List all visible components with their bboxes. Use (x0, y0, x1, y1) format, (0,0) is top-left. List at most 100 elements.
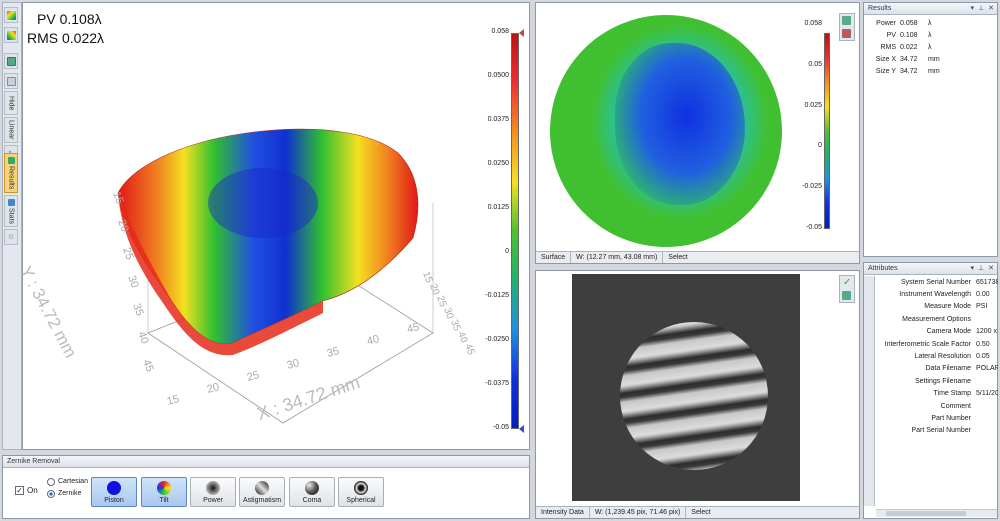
attribute-row[interactable]: Time Stamp 5/11/2022 2:42: (876, 388, 998, 400)
results-button[interactable]: Results (4, 153, 18, 193)
attributes-scrollbar[interactable] (876, 509, 997, 517)
surface-map[interactable] (550, 15, 782, 247)
attribute-row[interactable]: Comment (876, 400, 998, 412)
cartesian-label: Cartesian (58, 478, 88, 485)
astigmatism-icon (255, 480, 269, 495)
intensity-status-mode[interactable]: Select (686, 507, 715, 518)
piston-button[interactable]: Piston (91, 477, 137, 507)
stats-button[interactable]: Stats (4, 195, 18, 227)
cartesian-radio[interactable] (47, 478, 55, 486)
axis-tick-label: 35 (130, 302, 145, 318)
linear-button[interactable]: Linear (4, 117, 18, 143)
palette-icon[interactable] (842, 29, 851, 38)
attribute-label: Part Serial Number (911, 427, 971, 435)
results-label: Size Y (875, 67, 896, 75)
axis-tick-label: 45 (462, 342, 476, 357)
attribute-label: Camera Mode (926, 328, 971, 336)
colorbar-tick-label: -0.05 (493, 424, 509, 431)
coma-button[interactable]: Coma (289, 477, 335, 507)
close-icon[interactable]: ✕ (988, 264, 994, 272)
spherical-button[interactable]: Spherical (338, 477, 384, 507)
results-unit: λ (928, 19, 932, 27)
menu-icon[interactable]: ▾ (971, 264, 975, 272)
grid-icon (6, 56, 16, 66)
colorbar-marker-top[interactable] (519, 29, 524, 37)
surface-3d-plot[interactable]: 15202530354045 15202530354045 1520253035… (23, 3, 513, 449)
power-button[interactable]: Power (190, 477, 236, 507)
colorbar-tick-label: 0 (818, 142, 822, 150)
power-icon (206, 480, 220, 495)
zernike-title-bar: Zernike Removal (3, 456, 529, 468)
axis-tick-label: 25 (120, 246, 135, 262)
attribute-row[interactable]: Measurement Options (876, 313, 998, 325)
attributes-panel: Attributes ▾ ⊥ ✕ System Serial Number 65173… (863, 262, 998, 519)
intensity-image[interactable] (572, 274, 800, 501)
attribute-row[interactable]: Interferometric Scale Factor 0.50 (876, 338, 998, 350)
left-toolbar: Hide Linear ↖ Results Stats ⚙ (2, 2, 22, 450)
axis-tick-label: 40 (135, 330, 150, 346)
close-icon[interactable]: ✕ (988, 4, 994, 12)
pin-icon[interactable]: ⊥ (978, 4, 984, 12)
results-value: 34.72 (900, 67, 918, 75)
zernike-label: Zernike (58, 490, 82, 497)
attribute-row[interactable]: Lateral Resolution 0.05 (876, 350, 998, 362)
view-2d-button[interactable] (4, 27, 18, 43)
zernike-radio[interactable] (47, 490, 55, 498)
results-label: Power (876, 19, 896, 27)
axis-tick-label: 40 (455, 330, 469, 345)
surface-status-name: Surface (536, 252, 572, 263)
grid-icon[interactable] (842, 291, 851, 300)
attribute-row[interactable]: Instrument Wavelength 0.00 (876, 288, 998, 300)
results-value: 0.058 (900, 19, 918, 27)
axis-tick-label: 30 (441, 306, 455, 321)
axis-tick-label: 15 (166, 393, 181, 408)
menu-icon[interactable]: ▾ (971, 4, 975, 12)
astigmatism-button[interactable]: Astigmatism (239, 477, 285, 507)
attribute-row[interactable]: Data Filename POLARIS-K15 4C (876, 363, 998, 375)
scrollbar-thumb[interactable] (886, 511, 966, 516)
attribute-row[interactable]: System Serial Number 651738 (876, 276, 998, 288)
results-title-bar: Results ▾ ⊥ ✕ (864, 3, 997, 15)
grid-button[interactable] (4, 53, 18, 69)
axis-tick-label: 45 (140, 358, 155, 374)
axis-tick-label: 25 (434, 294, 448, 309)
axis-tick-label: 35 (326, 345, 341, 360)
attribute-label: Measurement Options (902, 315, 971, 323)
main-colorbar (511, 33, 519, 429)
results-unit: mm (928, 55, 940, 63)
attribute-row[interactable]: Camera Mode 1200 x 1200 @ (876, 326, 998, 338)
chart-icon (6, 76, 16, 86)
results-row: Power 0.058 λ (864, 17, 997, 29)
attribute-label: Time Stamp (933, 390, 971, 398)
surface-status-mode[interactable]: Select (663, 252, 692, 263)
grid-icon[interactable] (842, 16, 851, 25)
surface-low-region (208, 168, 318, 238)
attribute-value: PSI (976, 303, 988, 311)
colorbar-tick-label: 0.0375 (487, 116, 509, 123)
intensity-status-bar: Intensity Data W: (1,239.45 pix, 71.46 p… (536, 506, 859, 518)
axis-tick-label: 15 (420, 270, 434, 285)
attribute-value: 5/11/2022 2:42: (976, 390, 998, 398)
tilt-button[interactable]: Tilt (141, 477, 187, 507)
colorbar-tick-label: -0.025 (802, 183, 822, 191)
disabled-tool-button[interactable]: ⚙ (4, 229, 18, 245)
attribute-row[interactable]: Part Number (876, 412, 998, 424)
colorbar-tick-label: -0.0375 (485, 380, 509, 387)
attribute-label: System Serial Number (900, 278, 971, 286)
attribute-row[interactable]: Settings Filename (876, 375, 998, 387)
view-3d-button[interactable] (4, 7, 18, 23)
chart-button[interactable] (4, 73, 18, 89)
hide-button[interactable]: Hide (4, 91, 18, 115)
small-colorbar (824, 33, 830, 229)
attribute-label: Data Filename (925, 365, 971, 373)
colorbar-marker-bottom[interactable] (519, 425, 524, 433)
attribute-row[interactable]: Part Serial Number (876, 425, 998, 437)
results-value: 0.022 (900, 43, 918, 51)
attribute-value: 0.05 (976, 353, 990, 361)
surface-2d-panel: 0.058 0.05 0.025 0 -0.025 -0.05 Surface W: (1… (535, 2, 860, 264)
attribute-label: Lateral Resolution (914, 353, 971, 361)
pin-icon[interactable]: ⊥ (978, 264, 984, 272)
zernike-on-checkbox[interactable]: ✓ (15, 486, 24, 495)
check-icon[interactable]: ✓ (843, 277, 851, 288)
attribute-row[interactable]: Measure Mode PSI (876, 301, 998, 313)
